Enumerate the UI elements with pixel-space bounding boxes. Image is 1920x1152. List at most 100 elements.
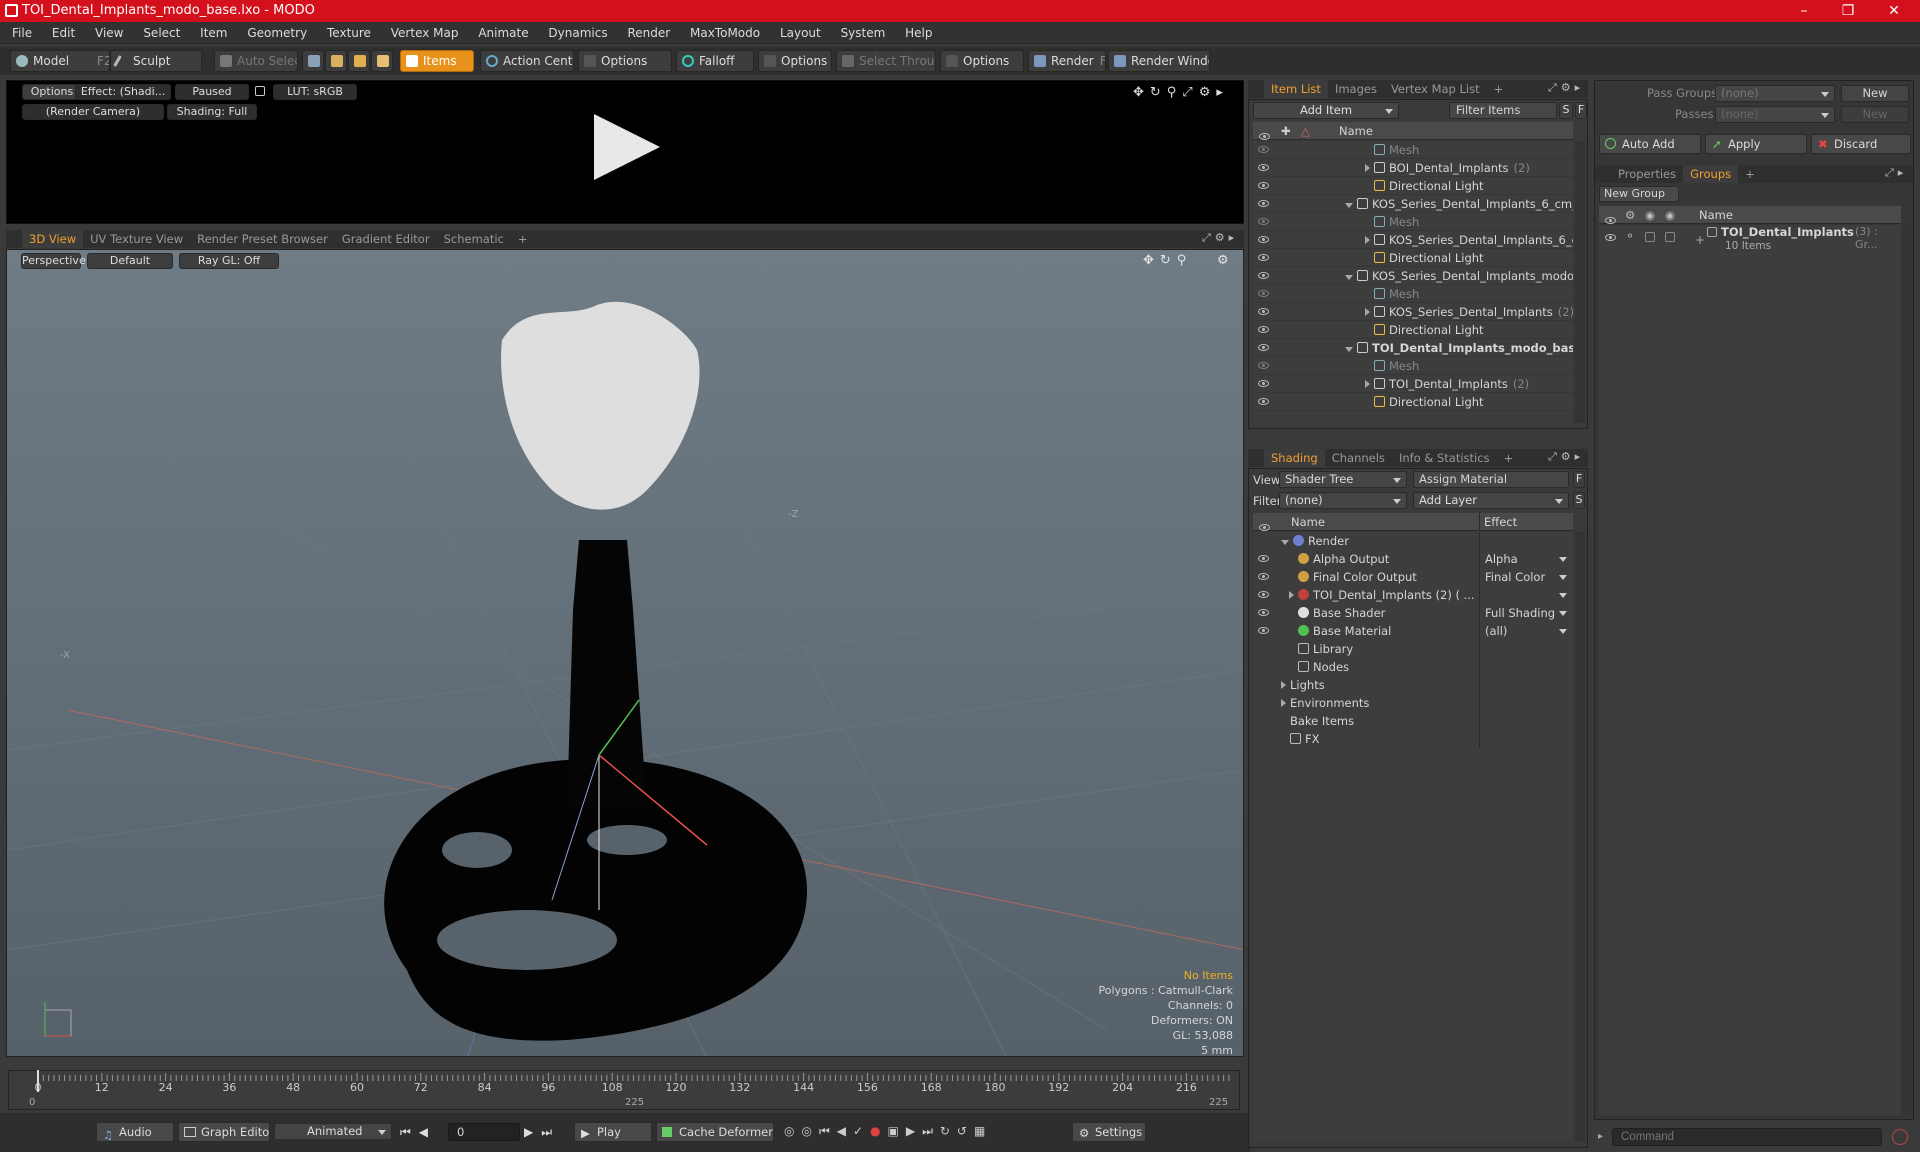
itemlist-row[interactable]: Directional Light [1253, 393, 1573, 411]
options-button-2[interactable]: Options [758, 50, 832, 72]
add-layer-dropdown[interactable]: Add Layer [1413, 492, 1569, 509]
eye-icon[interactable] [1258, 362, 1269, 369]
falloff-button[interactable]: Falloff [676, 50, 754, 72]
shader-effect-dropdown[interactable]: Final Color [1485, 568, 1545, 586]
cache-deformers-button[interactable]: Cache Deformers [656, 1122, 774, 1142]
eye-icon[interactable] [1258, 164, 1269, 171]
default-dropdown[interactable]: Default [87, 253, 173, 269]
tab-uv-texture-view[interactable]: UV Texture View [83, 230, 190, 248]
collapse-arrow-icon[interactable] [1345, 275, 1353, 280]
tab-channels[interactable]: Channels [1325, 449, 1392, 467]
menu-render[interactable]: Render [619, 22, 678, 44]
3d-viewport[interactable]: Perspective Default Ray GL: Off ✥↻⚲ ⚙ -Z… [6, 249, 1244, 1057]
perspective-dropdown[interactable]: Perspective [21, 253, 86, 269]
eye-icon[interactable] [1258, 200, 1269, 207]
render-button[interactable]: Render F9 [1028, 50, 1106, 72]
eye-icon[interactable] [1258, 308, 1269, 315]
expand-arrow-icon[interactable] [1365, 164, 1370, 172]
skip-back-buttons[interactable]: ⏮◀ [400, 1125, 436, 1140]
command-input[interactable] [1612, 1128, 1882, 1146]
itemlist-row[interactable]: BOI_Dental_Implants (2) [1253, 159, 1573, 177]
menu-layout[interactable]: Layout [772, 22, 829, 44]
dropdown-arrow-icon[interactable] [1559, 575, 1567, 580]
expand-arrow-icon[interactable] [1365, 236, 1370, 244]
tab-images[interactable]: Images [1328, 80, 1384, 98]
eye-icon[interactable] [1258, 609, 1269, 616]
itemlist-row[interactable]: KOS_Series_Dental_Implants_6_cm_mo ... [1253, 195, 1573, 213]
expand-arrow-icon[interactable] [1365, 380, 1370, 388]
expand-arrow-icon[interactable] [1289, 591, 1294, 599]
itemlist-row[interactable]: KOS_Series_Dental_Implants_modo_bas... [1253, 267, 1573, 285]
menu-geometry[interactable]: Geometry [239, 22, 315, 44]
tab-shading[interactable]: Shading [1264, 449, 1325, 467]
options-button-3[interactable]: Options [940, 50, 1024, 72]
dropdown-arrow-icon[interactable] [1559, 593, 1567, 598]
eye-icon[interactable] [1258, 627, 1269, 634]
eye-icon[interactable] [1258, 236, 1269, 243]
itemlist-row[interactable]: TOI_Dental_Implants (2) [1253, 375, 1573, 393]
tab-render-preset-browser[interactable]: Render Preset Browser [190, 230, 335, 248]
expand-arrow-icon[interactable] [1281, 681, 1286, 689]
frame-input[interactable]: 0 [448, 1123, 520, 1141]
eye-icon[interactable] [1258, 290, 1269, 297]
select-through-button[interactable]: Select Through [836, 50, 936, 72]
menu-view[interactable]: View [87, 22, 131, 44]
add-item-dropdown[interactable]: Add Item [1253, 102, 1399, 119]
eye-icon[interactable] [1258, 254, 1269, 261]
shader-tree-row[interactable]: TOI_Dental_Implants (2) ( ... [1253, 586, 1573, 604]
itemlist-row[interactable]: Mesh [1253, 285, 1573, 303]
new-pass-button[interactable]: New [1841, 106, 1909, 123]
viewport-nav-icons[interactable]: ✥↻⚲ [1143, 253, 1192, 268]
shader-tree-row[interactable]: Alpha Output Alpha [1253, 550, 1573, 568]
itemlist-row[interactable]: Directional Light [1253, 177, 1573, 195]
render-camera-dropdown[interactable]: (Render Camera) [22, 104, 164, 120]
shading-panel-icons[interactable]: ⤢⚙▸ [1548, 450, 1584, 464]
eye-icon[interactable] [1258, 182, 1269, 189]
new-group-button[interactable]: New Group [1599, 186, 1679, 202]
select-vertices-button[interactable] [302, 50, 324, 72]
minimize-button[interactable]: – [1782, 0, 1826, 22]
shading-scrollbar[interactable] [1575, 532, 1585, 1142]
itemlist-row[interactable]: Mesh [1253, 141, 1573, 159]
items-button[interactable]: Items [400, 50, 474, 72]
menu-file[interactable]: File [0, 22, 40, 44]
viewport-panel-icons[interactable]: ⤢⚙▸ [1202, 231, 1238, 245]
eye-icon[interactable] [1258, 573, 1269, 580]
itemlist-panel-icons[interactable]: ⤢⚙▸ [1548, 81, 1584, 95]
discard-button[interactable]: ✖ Discard [1811, 134, 1911, 154]
group-expand-icon[interactable]: + [1695, 233, 1705, 247]
auto-select-button[interactable]: Auto Select [214, 50, 298, 72]
filter-items-input[interactable]: Filter Items [1449, 102, 1557, 119]
play-icon[interactable] [594, 114, 660, 180]
action-center-button[interactable]: Action Center [480, 50, 574, 72]
sculpt-button[interactable]: Sculpt [110, 50, 202, 72]
itemlist-row[interactable]: KOS_Series_Dental_Implants (2) [1253, 303, 1573, 321]
shading-dropdown[interactable]: Shading: Full [167, 104, 257, 120]
menu-item[interactable]: Item [192, 22, 235, 44]
group-render-toggle[interactable]: ⚬ [1625, 229, 1635, 243]
shader-tree-row[interactable]: Environments [1253, 694, 1573, 712]
tab-groups[interactable]: Groups [1683, 165, 1739, 183]
shader-tree-row[interactable]: Base Material (all) [1253, 622, 1573, 640]
menu-select[interactable]: Select [135, 22, 188, 44]
tab-gradient-editor[interactable]: Gradient Editor [335, 230, 437, 248]
tab-info-statistics[interactable]: Info & Statistics [1392, 449, 1497, 467]
tab-add-right[interactable]: + [1738, 165, 1762, 183]
eye-icon[interactable] [1258, 398, 1269, 405]
dropdown-arrow-icon[interactable] [1559, 611, 1567, 616]
shader-effect-dropdown[interactable]: (all) [1485, 622, 1507, 640]
select-polygons-button[interactable] [348, 50, 370, 72]
dropdown-arrow-icon[interactable] [1559, 629, 1567, 634]
shader-tree-row[interactable]: Library [1253, 640, 1573, 658]
playhead[interactable] [37, 1070, 39, 1092]
shading-s-button[interactable]: S [1573, 492, 1585, 509]
shader-tree-row[interactable]: Nodes [1253, 658, 1573, 676]
select-edges-button[interactable] [325, 50, 347, 72]
menu-help[interactable]: Help [897, 22, 940, 44]
close-button[interactable]: ✕ [1872, 0, 1916, 22]
group-select-checkbox[interactable] [1665, 232, 1675, 242]
options-button-1[interactable]: Options [578, 50, 672, 72]
tab-add-shading[interactable]: + [1497, 449, 1521, 467]
tab-3d-view[interactable]: 3D View [22, 230, 84, 248]
shader-tree-row[interactable]: Bake Items [1253, 712, 1573, 730]
